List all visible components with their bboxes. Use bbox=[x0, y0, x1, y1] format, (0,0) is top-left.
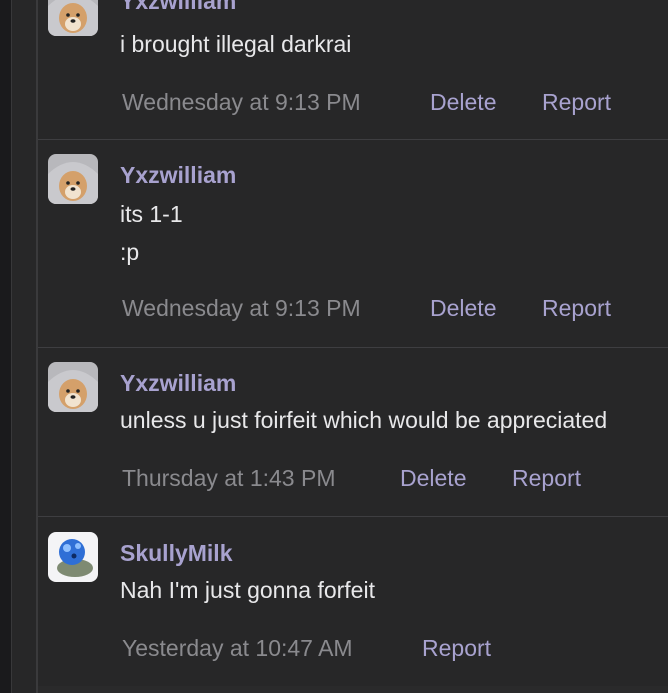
report-button[interactable]: Report bbox=[542, 295, 611, 322]
doge-hooded-avatar-icon bbox=[48, 0, 98, 36]
avatar[interactable] bbox=[48, 154, 98, 204]
report-button[interactable]: Report bbox=[512, 465, 581, 492]
delete-button[interactable]: Delete bbox=[430, 295, 496, 322]
avatar[interactable] bbox=[48, 0, 98, 36]
username[interactable]: Yxzwilliam bbox=[120, 370, 236, 397]
doge-hooded-avatar-icon bbox=[48, 362, 98, 412]
username[interactable]: SkullyMilk bbox=[120, 540, 232, 567]
avatar[interactable] bbox=[48, 532, 98, 582]
comment-text: Nah I'm just gonna forfeit bbox=[120, 577, 375, 603]
comment-divider bbox=[38, 347, 668, 348]
username[interactable]: Yxzwilliam bbox=[120, 162, 236, 189]
comment-divider bbox=[38, 139, 668, 140]
doge-hooded-avatar-icon bbox=[48, 154, 98, 204]
timestamp[interactable]: Wednesday at 9:13 PM bbox=[122, 295, 361, 322]
next-comment-edge bbox=[38, 686, 668, 693]
timestamp[interactable]: Wednesday at 9:13 PM bbox=[122, 89, 361, 116]
comment-text: i brought illegal darkrai bbox=[120, 31, 352, 57]
avatar[interactable] bbox=[48, 362, 98, 412]
report-button[interactable]: Report bbox=[422, 635, 491, 662]
comment-divider bbox=[38, 516, 668, 517]
comment-text: unless u just foirfeit which would be ap… bbox=[120, 407, 608, 433]
delete-button[interactable]: Delete bbox=[430, 89, 496, 116]
delete-button[interactable]: Delete bbox=[400, 465, 466, 492]
username[interactable]: Yxzwilliam bbox=[120, 0, 236, 15]
timestamp[interactable]: Thursday at 1:43 PM bbox=[122, 465, 336, 492]
timestamp[interactable]: Yesterday at 10:47 AM bbox=[122, 635, 353, 662]
left-rail bbox=[0, 0, 11, 693]
report-button[interactable]: Report bbox=[542, 89, 611, 116]
comment-text: :p bbox=[120, 239, 140, 265]
comment-text: its 1-1 bbox=[120, 201, 183, 227]
blue-creature-avatar-icon bbox=[48, 532, 98, 582]
